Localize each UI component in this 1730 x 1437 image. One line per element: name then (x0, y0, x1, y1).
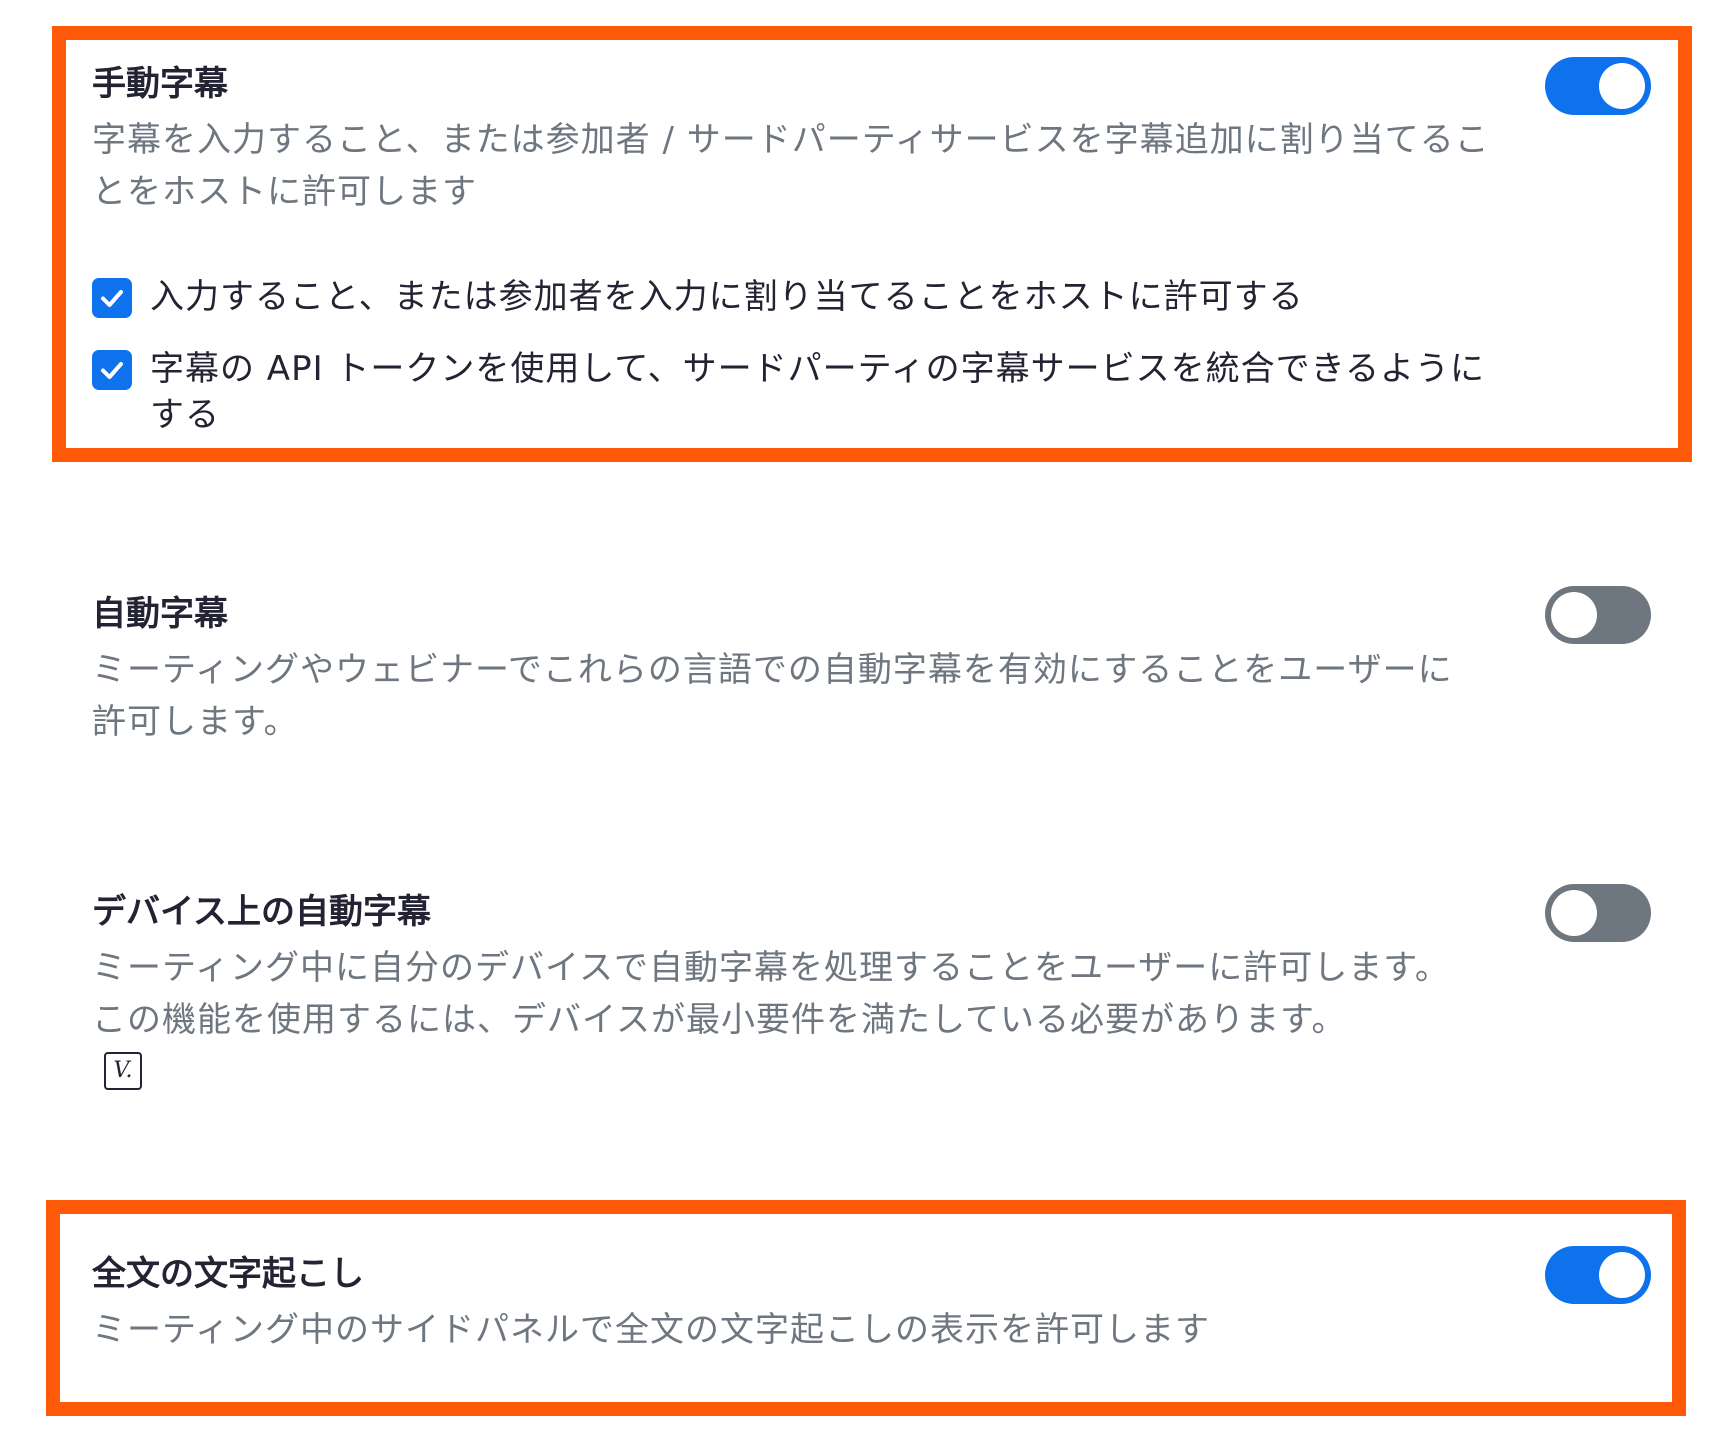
setting-description: 字幕を入力すること、または参加者 / サードパーティサービスを字幕追加に割り当て… (92, 120, 1490, 212)
toggle-knob (1599, 1252, 1645, 1298)
toggle-knob (1551, 592, 1597, 638)
full-transcript-toggle[interactable] (1545, 1246, 1651, 1304)
manual-captions-toggle[interactable] (1545, 57, 1651, 115)
setting-auto-captions: 自動字幕 ミーティングやウェビナーでこれらの言語での自動字幕を有効にすることをユ… (92, 592, 1492, 748)
setting-manual-captions: 手動字幕 字幕を入力すること、または参加者 / サードパーティサービスを字幕追加… (92, 62, 1492, 218)
checkbox-checked-icon[interactable] (92, 278, 132, 318)
setting-description: ミーティング中のサイドパネルで全文の文字起こしの表示を許可します (92, 1310, 1210, 1350)
option-label: 入力すること、または参加者を入力に割り当てることをホストに許可する (150, 277, 1304, 317)
setting-on-device-captions: デバイス上の自動字幕 ミーティング中に自分のデバイスで自動字幕を処理することをユ… (92, 890, 1492, 1090)
checkbox-checked-icon[interactable] (92, 350, 132, 390)
setting-full-transcript: 全文の文字起こし ミーティング中のサイドパネルで全文の文字起こしの表示を許可しま… (92, 1252, 1492, 1356)
option-third-party-api-token[interactable]: 字幕の API トークンを使用して、サードパーティの字幕サービスを統合できるよう… (92, 346, 1512, 438)
setting-title: デバイス上の自動字幕 (92, 892, 431, 932)
option-label: 字幕の API トークンを使用して、サードパーティの字幕サービスを統合できるよう… (150, 349, 1485, 435)
setting-description: ミーティングやウェビナーでこれらの言語での自動字幕を有効にすることをユーザーに許… (92, 650, 1453, 742)
on-device-captions-toggle[interactable] (1545, 884, 1651, 942)
option-host-type-or-assign[interactable]: 入力すること、または参加者を入力に割り当てることをホストに許可する (92, 274, 1512, 320)
version-info-icon[interactable]: V. (104, 1052, 142, 1090)
setting-description: ミーティング中に自分のデバイスで自動字幕を処理することをユーザーに許可します。こ… (92, 948, 1450, 1040)
toggle-knob (1551, 890, 1597, 936)
setting-title: 自動字幕 (92, 594, 228, 634)
setting-title: 手動字幕 (92, 64, 228, 104)
auto-captions-toggle[interactable] (1545, 586, 1651, 644)
setting-title: 全文の文字起こし (92, 1254, 364, 1294)
toggle-knob (1599, 63, 1645, 109)
